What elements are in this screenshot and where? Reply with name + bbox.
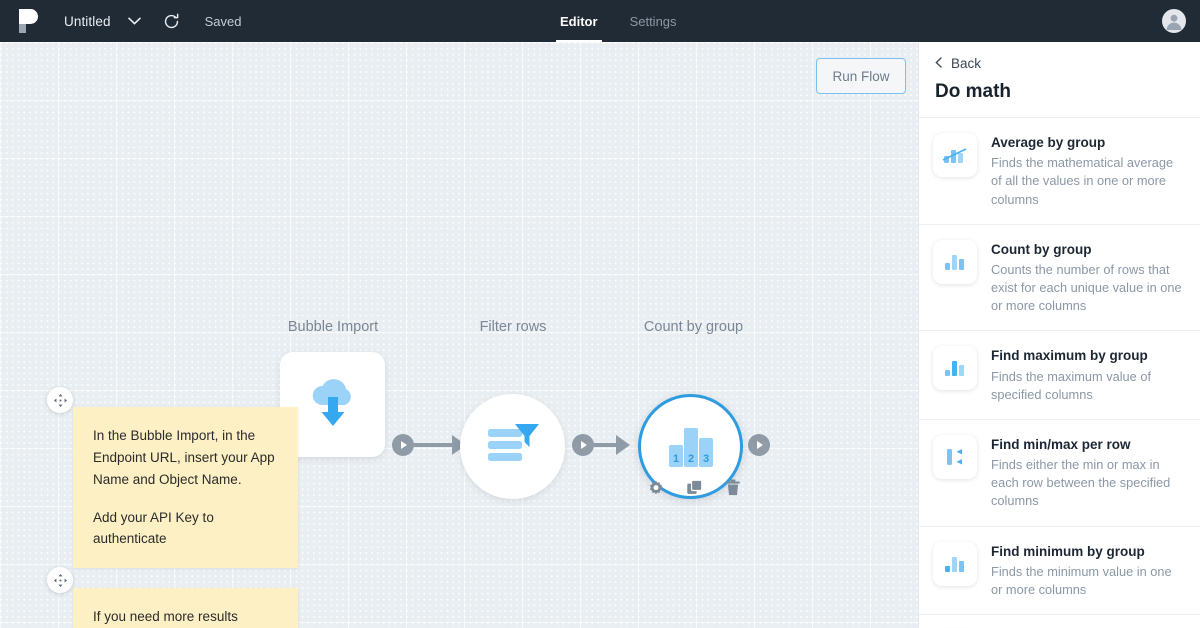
list-item-insert-growth-rate-column[interactable]: Insert growth rate column Calculates a g… (919, 615, 1200, 628)
trash-icon[interactable] (725, 479, 741, 501)
top-tabs: Editor Settings (556, 0, 681, 42)
count-by-group-icon (933, 239, 977, 284)
list-item-title: Find minimum by group (991, 543, 1145, 559)
svg-text:1: 1 (672, 453, 678, 465)
run-flow-button[interactable]: Run Flow (816, 58, 906, 94)
node-action-bar (648, 479, 741, 501)
list-item-desc: Finds either the min or max in each row … (991, 457, 1171, 509)
sticky-note-1-move-handle[interactable] (47, 387, 73, 413)
flow-canvas[interactable]: Run Flow Bubble Import Filter rows Count… (0, 42, 918, 628)
count-by-group-icon: 1 2 3 (662, 423, 720, 471)
connector-2[interactable] (572, 434, 630, 456)
node-label-bubble-import: Bubble Import (287, 319, 379, 335)
settings-gear-icon[interactable] (648, 480, 664, 501)
svg-text:3: 3 (702, 453, 708, 465)
top-bar: Untitled Saved Editor Settings (0, 0, 1200, 42)
transform-list: Average by group Finds the mathematical … (919, 118, 1200, 628)
list-item-desc: Finds the mathematical average of all th… (991, 155, 1174, 207)
list-item-desc: Finds the maximum value of specified col… (991, 368, 1152, 402)
connector-play-icon-1[interactable] (392, 434, 414, 456)
list-item-title: Find maximum by group (991, 348, 1148, 364)
find-min-max-per-row-icon (933, 434, 977, 479)
svg-text:2: 2 (687, 453, 693, 465)
list-item-title: Average by group (991, 135, 1106, 150)
avatar[interactable] (1162, 9, 1186, 33)
user-avatar-icon (1162, 9, 1186, 33)
duplicate-icon[interactable] (686, 479, 703, 501)
list-item-find-maximum-by-group[interactable]: Find maximum by group Finds the maximum … (919, 331, 1200, 420)
list-item-desc: Counts the number of rows that exist for… (991, 261, 1182, 314)
sticky-note-1[interactable]: In the Bubble Import, in the Endpoint UR… (73, 407, 298, 569)
sticky-note-1-paragraph-2: Add your API Key to authenticate (93, 509, 214, 547)
refresh-icon[interactable] (161, 10, 183, 32)
list-item-title: Count by group (991, 241, 1092, 257)
connector-play-icon-2[interactable] (572, 434, 594, 456)
average-by-group-icon (933, 133, 977, 177)
back-label: Back (951, 56, 982, 71)
sticky-note-2-move-handle[interactable] (47, 567, 73, 593)
sticky-note-2-paragraph-1: If you need more results returned, open … (93, 609, 238, 624)
chevron-down-icon[interactable] (125, 11, 145, 31)
connector-3[interactable] (748, 434, 770, 456)
tab-settings[interactable]: Settings (626, 0, 681, 42)
find-minimum-by-group-icon (933, 541, 977, 586)
list-item-average-by-group[interactable]: Average by group Finds the mathematical … (919, 118, 1200, 225)
panel-title: Do math (919, 79, 1200, 118)
app-root: Untitled Saved Editor Settings Run Flow … (0, 0, 1200, 628)
cloud-download-icon (305, 375, 361, 434)
save-status: Saved (204, 13, 242, 29)
list-item-find-min-max-per-row[interactable]: Find min/max per row Finds either the mi… (919, 420, 1200, 527)
node-label-filter-rows: Filter rows (479, 319, 547, 335)
tab-editor[interactable]: Editor (556, 0, 602, 42)
transform-panel: Back Do math Average by group Finds the … (918, 42, 1200, 628)
find-maximum-by-group-icon (933, 346, 977, 391)
connector-1[interactable] (392, 434, 466, 456)
list-item-desc: Finds the minimum value in one or more c… (991, 563, 1172, 597)
sticky-note-1-paragraph-1: In the Bubble Import, in the Endpoint UR… (93, 428, 275, 487)
connector-play-icon-3[interactable] (748, 434, 770, 456)
chevron-left-icon (935, 56, 942, 71)
back-button[interactable]: Back (919, 42, 1200, 79)
parabola-logo[interactable] (0, 0, 56, 42)
node-label-count-by-group: Count by group (643, 319, 744, 335)
filter-rows-icon (484, 419, 542, 474)
list-item-count-by-group[interactable]: Count by group Counts the number of rows… (919, 225, 1200, 332)
sticky-note-2[interactable]: If you need more results returned, open … (73, 588, 298, 628)
node-filter-rows[interactable] (460, 394, 565, 499)
list-item-title: Find min/max per row (991, 436, 1131, 452)
list-item-find-minimum-by-group[interactable]: Find minimum by group Finds the minimum … (919, 527, 1200, 616)
document-title[interactable]: Untitled (64, 14, 111, 29)
